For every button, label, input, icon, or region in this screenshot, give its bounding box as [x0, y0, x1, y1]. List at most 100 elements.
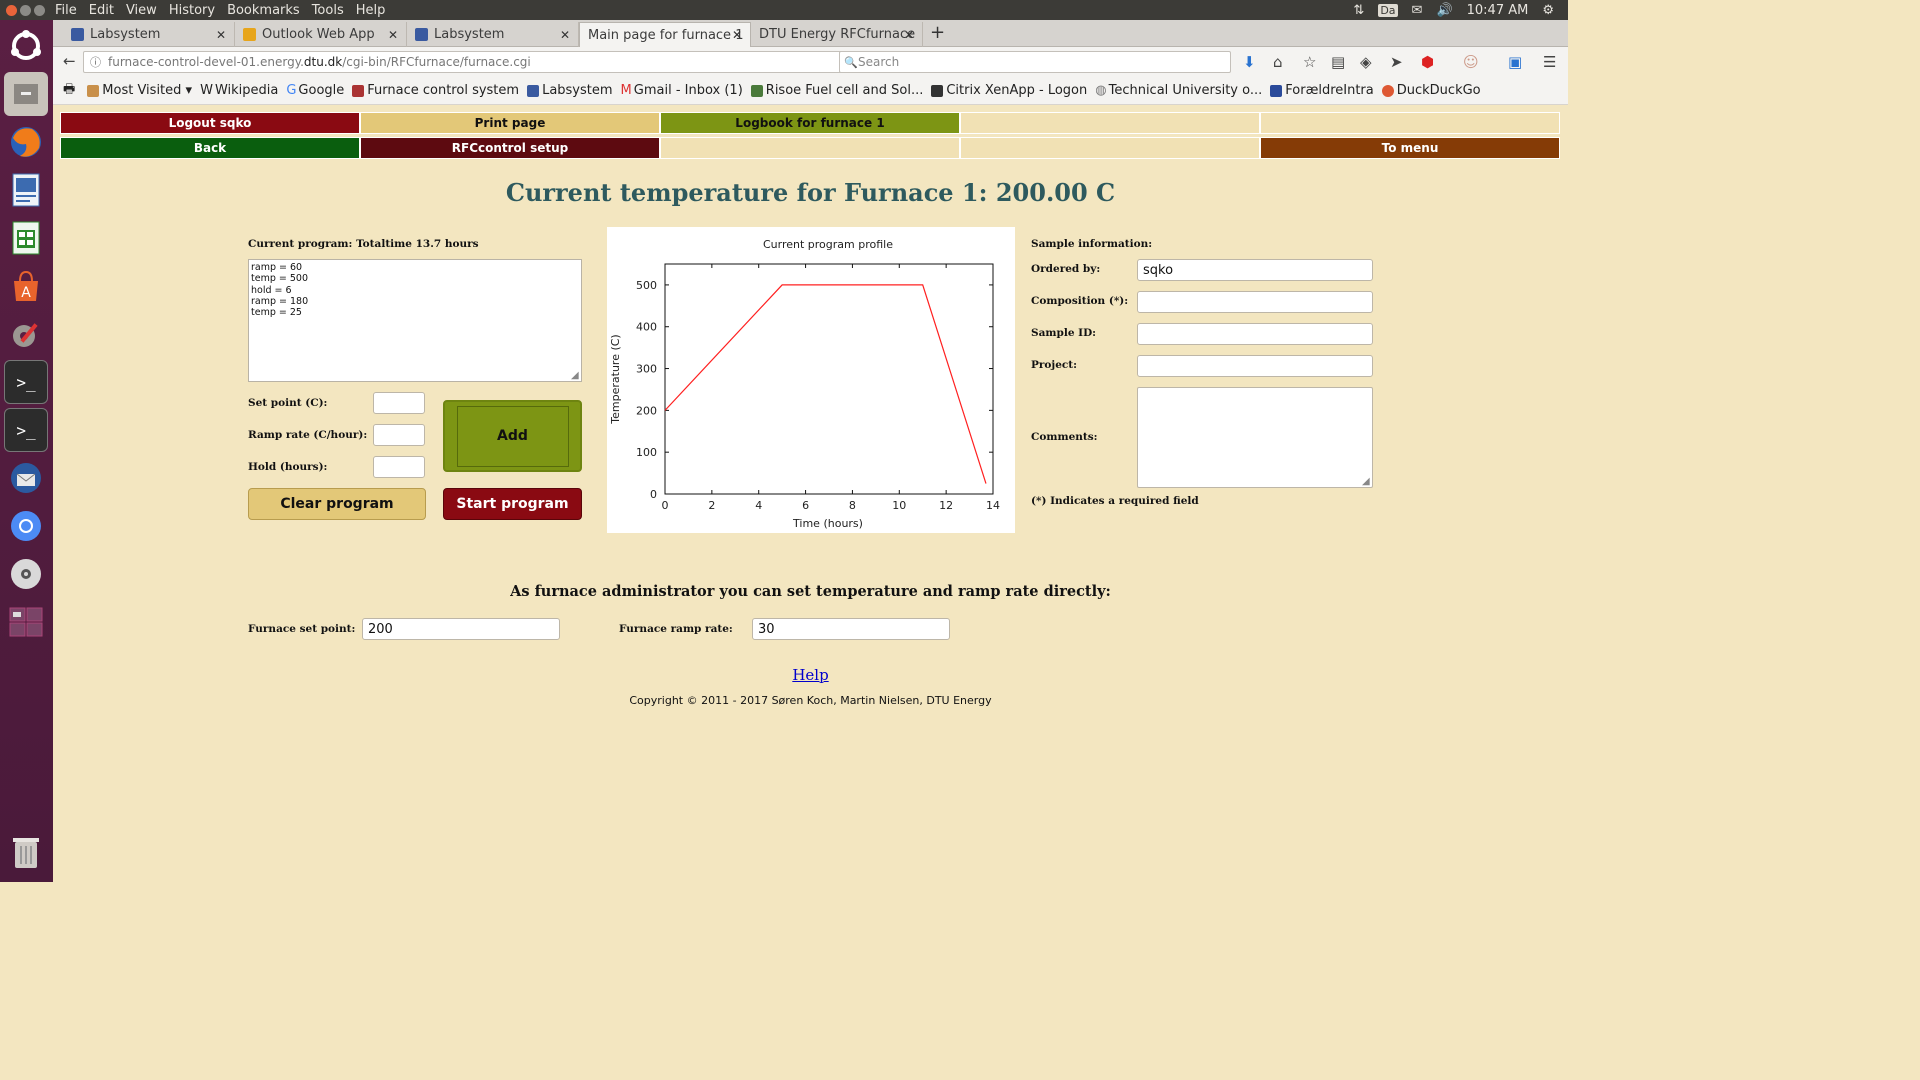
close-window-icon[interactable] [6, 4, 17, 16]
composition-input[interactable] [1137, 291, 1373, 313]
site-info-icon[interactable]: ⓘ [90, 54, 101, 70]
print-page-button[interactable]: Print page [360, 112, 660, 134]
ramp-rate-input[interactable] [373, 424, 425, 446]
tab-labsystem-2[interactable]: Labsystem ✕ [407, 22, 579, 47]
search-bar[interactable]: 🔍 Search [839, 51, 1231, 73]
menu-view[interactable]: View [126, 3, 157, 18]
resize-handle-icon[interactable]: ◢ [571, 370, 579, 381]
set-point-input[interactable] [373, 392, 425, 414]
bookmark-star-icon[interactable]: ☆ [1303, 53, 1316, 71]
clock[interactable]: 10:47 AM [1467, 3, 1529, 18]
menu-bookmarks[interactable]: Bookmarks [227, 3, 300, 18]
trash-icon[interactable] [4, 830, 48, 874]
keyboard-layout-indicator[interactable]: Da [1378, 3, 1398, 17]
extension-icon[interactable]: ☺ [1463, 53, 1479, 71]
dvd-icon[interactable] [4, 552, 48, 596]
bookmark-gmail[interactable]: M Gmail - Inbox (1) [621, 83, 743, 98]
rfccontrol-setup-button[interactable]: RFCcontrol setup [360, 137, 660, 159]
chart-x-tick-label: 8 [849, 499, 856, 512]
send-icon[interactable]: ➤ [1390, 53, 1403, 71]
ubuntu-dash-icon[interactable] [4, 24, 48, 68]
pocket-icon[interactable]: ◈ [1360, 53, 1372, 71]
reading-list-icon[interactable]: ▤ [1331, 53, 1345, 71]
calc-icon[interactable] [4, 216, 48, 260]
tab-main-page-furnace[interactable]: Main page for furnace 1 ✕ [579, 22, 751, 47]
bookmark-citrix[interactable]: Citrix XenApp - Logon [931, 83, 1087, 98]
tab-outlook[interactable]: Outlook Web App ✕ [235, 22, 407, 47]
back-arrow-icon[interactable]: ← [63, 52, 76, 70]
mail-icon[interactable]: ✉ [1412, 3, 1423, 18]
bookmark-duckduckgo[interactable]: DuckDuckGo [1381, 83, 1481, 98]
foraeldreintra-favicon-icon [1270, 84, 1283, 97]
hold-input[interactable] [373, 456, 425, 478]
clear-program-button[interactable]: Clear program [248, 488, 426, 520]
menu-history[interactable]: History [169, 3, 215, 18]
close-tab-icon[interactable]: ✕ [560, 28, 570, 42]
address-bar[interactable]: ⓘ furnace-control-devel-01.energy. dtu.dk… [83, 51, 889, 73]
program-textarea[interactable]: ramp = 60 temp = 500 hold = 6 ramp = 180… [248, 259, 582, 382]
close-tab-icon[interactable]: ✕ [904, 28, 914, 42]
furnace-ramprate-input[interactable]: 30 [752, 618, 950, 640]
to-menu-button[interactable]: To menu [1260, 137, 1560, 159]
close-tab-icon[interactable]: ✕ [388, 28, 398, 42]
bookmark-furnace-control[interactable]: Furnace control system [352, 83, 519, 98]
tab-labsystem[interactable]: Labsystem ✕ [63, 22, 235, 47]
svg-text:A: A [21, 285, 31, 301]
home-icon[interactable]: ⌂ [1273, 53, 1283, 71]
menu-help[interactable]: Help [356, 3, 386, 18]
google-icon: G [286, 83, 297, 98]
logout-button[interactable]: Logout sqko [60, 112, 360, 134]
menu-tools[interactable]: Tools [312, 3, 344, 18]
thunderbird-icon[interactable] [4, 456, 48, 500]
hamburger-menu-icon[interactable]: ☰ [1543, 53, 1556, 71]
menu-file[interactable]: File [55, 3, 77, 18]
bookmark-google[interactable]: G Google [286, 83, 344, 98]
add-button[interactable]: Add [443, 400, 582, 472]
workspace-switcher-icon[interactable] [4, 600, 48, 644]
chart-x-tick-label: 0 [662, 499, 669, 512]
bookmark-labsystem[interactable]: Labsystem [527, 83, 613, 98]
close-tab-icon[interactable]: ✕ [216, 28, 226, 42]
ordered-by-input[interactable]: sqko [1137, 259, 1373, 281]
help-link[interactable]: Help [53, 666, 1568, 684]
furnace-setpoint-input[interactable]: 200 [362, 618, 560, 640]
files-icon[interactable] [4, 72, 48, 116]
terminal-icon-2[interactable]: >_ [4, 408, 48, 452]
bookmark-risoe[interactable]: Risoe Fuel cell and Sol... [750, 83, 923, 98]
network-transfer-icon[interactable]: ⇅ [1353, 3, 1364, 18]
chromium-icon[interactable] [4, 504, 48, 548]
bookmark-most-visited[interactable]: Most Visited ▾ [87, 83, 192, 98]
bookmark-technical-university[interactable]: ◍ Technical University o... [1095, 83, 1262, 98]
download-icon[interactable]: ⬇ [1243, 53, 1256, 71]
nav-empty-cell-4 [960, 137, 1260, 159]
bookmark-foraeldreintra[interactable]: ForældreIntra [1270, 83, 1374, 98]
add-button-label: Add [497, 428, 528, 444]
terminal-icon[interactable]: >_ [4, 360, 48, 404]
new-tab-icon[interactable]: + [930, 22, 945, 43]
logbook-button[interactable]: Logbook for furnace 1 [660, 112, 960, 134]
comments-textarea[interactable] [1137, 387, 1373, 488]
notification-icon[interactable]: ▣ [1508, 53, 1522, 71]
maximize-window-icon[interactable] [34, 4, 45, 16]
volume-icon[interactable]: 🔊 [1436, 3, 1452, 18]
sample-id-input[interactable] [1137, 323, 1373, 345]
writer-icon[interactable] [4, 168, 48, 212]
tab-dtu-energy[interactable]: DTU Energy RFCfurnace ✕ [751, 22, 923, 47]
minimize-window-icon[interactable] [20, 4, 31, 16]
start-program-button[interactable]: Start program [443, 488, 582, 520]
print-icon[interactable]: 🖶 [63, 80, 75, 102]
system-settings-icon[interactable] [4, 312, 48, 356]
project-input[interactable] [1137, 355, 1373, 377]
tab-label: DTU Energy RFCfurnace [759, 27, 916, 42]
bookmark-wikipedia[interactable]: W Wikipedia [200, 83, 278, 98]
resize-handle-icon[interactable]: ◢ [1362, 476, 1370, 487]
close-tab-icon[interactable]: ✕ [732, 28, 742, 42]
firefox-icon[interactable] [4, 120, 48, 164]
risoe-favicon-icon [750, 84, 763, 97]
adblock-icon[interactable]: ⬢ [1421, 53, 1434, 71]
menu-edit[interactable]: Edit [89, 3, 114, 18]
software-center-icon[interactable]: A [4, 264, 48, 308]
system-menubar: File Edit View History Bookmarks Tools H… [0, 0, 1568, 20]
back-button[interactable]: Back [60, 137, 360, 159]
power-gear-icon[interactable]: ⚙ [1542, 3, 1554, 18]
